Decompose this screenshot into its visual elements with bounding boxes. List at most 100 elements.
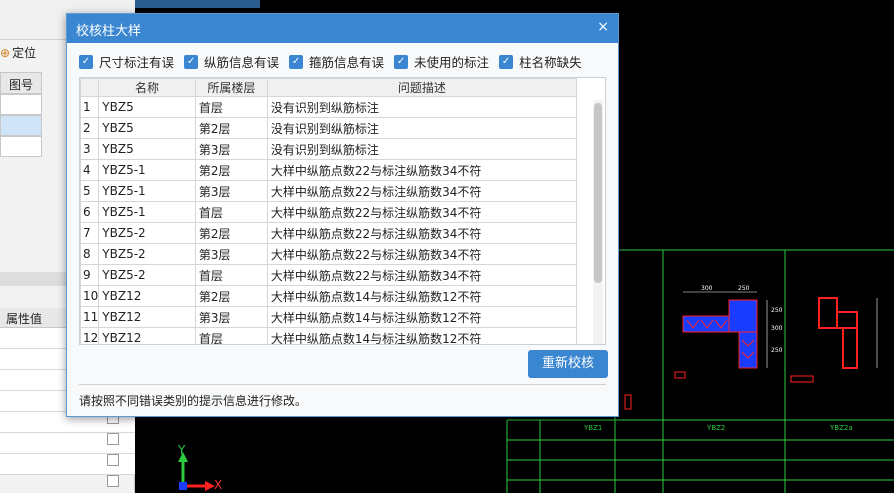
- table-row[interactable]: 5 YBZ5-1 第3层 大样中纵筋点数22与标注纵筋数34不符: [80, 180, 578, 202]
- cad-column-section-ybz2: 300 250 250 300 250: [682, 285, 783, 369]
- row-floor: 首层: [194, 96, 268, 118]
- cad-dim-label: 250: [738, 285, 750, 292]
- row-index: 6: [80, 201, 100, 223]
- row-name: YBZ12: [98, 327, 196, 344]
- row-index: 11: [80, 306, 100, 328]
- filter-longitudinal-rebar-error[interactable]: ✓ 纵筋信息有误: [184, 52, 279, 71]
- cad-column-section-ybz2a: [818, 297, 878, 369]
- cad-axis-indicator: [178, 452, 215, 491]
- table-row[interactable]: 1 YBZ5 首层 没有识别到纵筋标注: [80, 96, 578, 118]
- table-row[interactable]: 6 YBZ5-1 首层 大样中纵筋点数22与标注纵筋数34不符: [80, 201, 578, 223]
- row-name: YBZ5-1: [98, 159, 196, 181]
- cad-dim-label: 300: [771, 325, 783, 332]
- checkbox-checked-icon[interactable]: ✓: [499, 54, 514, 69]
- row-floor: 第3层: [194, 180, 268, 202]
- scrollbar-thumb[interactable]: [594, 103, 602, 283]
- row-description: 大样中纵筋点数22与标注纵筋数34不符: [266, 243, 578, 265]
- checkbox-checked-icon[interactable]: ✓: [79, 54, 93, 69]
- table-row[interactable]: 4 YBZ5-1 第2层 大样中纵筋点数22与标注纵筋数34不符: [80, 159, 578, 181]
- attr-checkbox[interactable]: [107, 433, 119, 445]
- filter-unused-annotation[interactable]: ✓ 未使用的标注: [394, 52, 489, 71]
- filter-missing-column-name[interactable]: ✓ 柱名称缺失: [499, 52, 582, 71]
- cad-dim-label: 250: [771, 307, 783, 314]
- column-header-name[interactable]: 名称: [98, 78, 196, 97]
- hint-text: 请按照不同错误类别的提示信息进行修改。: [79, 394, 308, 408]
- table-row[interactable]: 7 YBZ5-2 第2层 大样中纵筋点数22与标注纵筋数34不符: [80, 222, 578, 244]
- row-floor: 第2层: [194, 117, 268, 139]
- grid-header-drawing-no: 图号: [0, 72, 42, 94]
- row-description: 大样中纵筋点数14与标注纵筋数12不符: [266, 285, 578, 307]
- row-index: 5: [80, 180, 100, 202]
- cad-dim-label: 300: [701, 285, 713, 292]
- divider: [79, 384, 606, 385]
- row-floor: 第3层: [194, 243, 268, 265]
- filter-dimension-error[interactable]: ✓ 尺寸标注有误: [79, 52, 174, 71]
- axis-y-label: Y: [178, 443, 186, 457]
- column-header-description[interactable]: 问题描述: [266, 78, 578, 97]
- row-floor: 第2层: [194, 159, 268, 181]
- row-name: YBZ5-2: [98, 222, 196, 244]
- filter-stirrup-error[interactable]: ✓ 箍筋信息有误: [289, 52, 384, 71]
- row-index: 9: [80, 264, 100, 286]
- row-floor: 首层: [194, 327, 268, 344]
- row-floor: 第2层: [194, 285, 268, 307]
- table-row[interactable]: 11 YBZ12 第3层 大样中纵筋点数14与标注纵筋数12不符: [80, 306, 578, 328]
- row-name: YBZ12: [98, 285, 196, 307]
- issue-table[interactable]: 名称 所属楼层 问题描述 1 YBZ5 首层 没有识别到纵筋标注 2 YBZ5 第2层 没有识…: [79, 77, 606, 345]
- cad-col-label: YBZ1: [583, 424, 602, 432]
- section-divider: [0, 272, 66, 286]
- row-name: YBZ5-2: [98, 264, 196, 286]
- row-description: 大样中纵筋点数22与标注纵筋数34不符: [266, 201, 578, 223]
- row-index: 4: [80, 159, 100, 181]
- row-name: YBZ5-1: [98, 180, 196, 202]
- row-name: YBZ5: [98, 138, 196, 160]
- row-description: 大样中纵筋点数22与标注纵筋数34不符: [266, 264, 578, 286]
- row-floor: 首层: [194, 264, 268, 286]
- checkbox-checked-icon[interactable]: ✓: [289, 54, 304, 69]
- table-row[interactable]: 8 YBZ5-2 第3层 大样中纵筋点数22与标注纵筋数34不符: [80, 243, 578, 265]
- row-description: 大样中纵筋点数22与标注纵筋数34不符: [266, 159, 578, 181]
- row-description: 大样中纵筋点数14与标注纵筋数12不符: [266, 327, 578, 344]
- grid-cell-selected[interactable]: [0, 115, 42, 136]
- locate-label: 定位: [12, 46, 37, 60]
- row-floor: 第3层: [194, 138, 268, 160]
- checkbox-checked-icon[interactable]: ✓: [184, 54, 199, 69]
- row-name: YBZ5: [98, 117, 196, 139]
- dialog-title: 校核柱大样: [76, 24, 142, 39]
- table-row[interactable]: 9 YBZ5-2 首层 大样中纵筋点数22与标注纵筋数34不符: [80, 264, 578, 286]
- row-floor: 首层: [194, 201, 268, 223]
- cad-col-label: YBZ2a: [829, 424, 853, 432]
- locate-button[interactable]: ⊕ 定位: [0, 44, 36, 61]
- row-description: 大样中纵筋点数22与标注纵筋数34不符: [266, 180, 578, 202]
- close-icon[interactable]: ×: [597, 19, 609, 35]
- table-row[interactable]: 12 YBZ12 首层 大样中纵筋点数14与标注纵筋数12不符: [80, 327, 578, 344]
- row-index: 10: [80, 285, 100, 307]
- cad-dim-label: 250: [771, 347, 783, 354]
- table-row[interactable]: 3 YBZ5 第3层 没有识别到纵筋标注: [80, 138, 578, 160]
- filter-bar: ✓ 尺寸标注有误 ✓ 纵筋信息有误 ✓ 箍筋信息有误 ✓ 未使用的标注 ✓ 柱名…: [79, 52, 592, 71]
- recheck-button[interactable]: 重新校核: [528, 350, 608, 378]
- dialog-titlebar[interactable]: 校核柱大样 ×: [67, 14, 618, 43]
- table-row[interactable]: 2 YBZ5 第2层 没有识别到纵筋标注: [80, 117, 578, 139]
- column-header-floor[interactable]: 所属楼层: [194, 78, 268, 97]
- grid-cell[interactable]: [0, 136, 42, 157]
- row-index: 8: [80, 243, 100, 265]
- row-floor: 第2层: [194, 222, 268, 244]
- attr-checkbox[interactable]: [107, 454, 119, 466]
- row-description: 大样中纵筋点数22与标注纵筋数34不符: [266, 222, 578, 244]
- axis-x-label: X: [214, 478, 223, 492]
- row-description: 没有识别到纵筋标注: [266, 96, 578, 118]
- checkbox-checked-icon[interactable]: ✓: [394, 54, 409, 69]
- grid-cell[interactable]: [0, 94, 42, 115]
- row-index: 3: [80, 138, 100, 160]
- row-index: 1: [80, 96, 100, 118]
- row-index: 12: [80, 327, 100, 344]
- table-header-row: 名称 所属楼层 问题描述: [80, 78, 578, 97]
- row-name: YBZ5-2: [98, 243, 196, 265]
- table-row[interactable]: 10 YBZ12 第2层 大样中纵筋点数14与标注纵筋数12不符: [80, 285, 578, 307]
- row-name: YBZ12: [98, 306, 196, 328]
- row-index: 7: [80, 222, 100, 244]
- check-column-detail-dialog: 校核柱大样 × ✓ 尺寸标注有误 ✓ 纵筋信息有误 ✓ 箍筋信息有误 ✓ 未使用…: [66, 13, 619, 417]
- attr-checkbox[interactable]: [107, 475, 119, 487]
- row-description: 大样中纵筋点数14与标注纵筋数12不符: [266, 306, 578, 328]
